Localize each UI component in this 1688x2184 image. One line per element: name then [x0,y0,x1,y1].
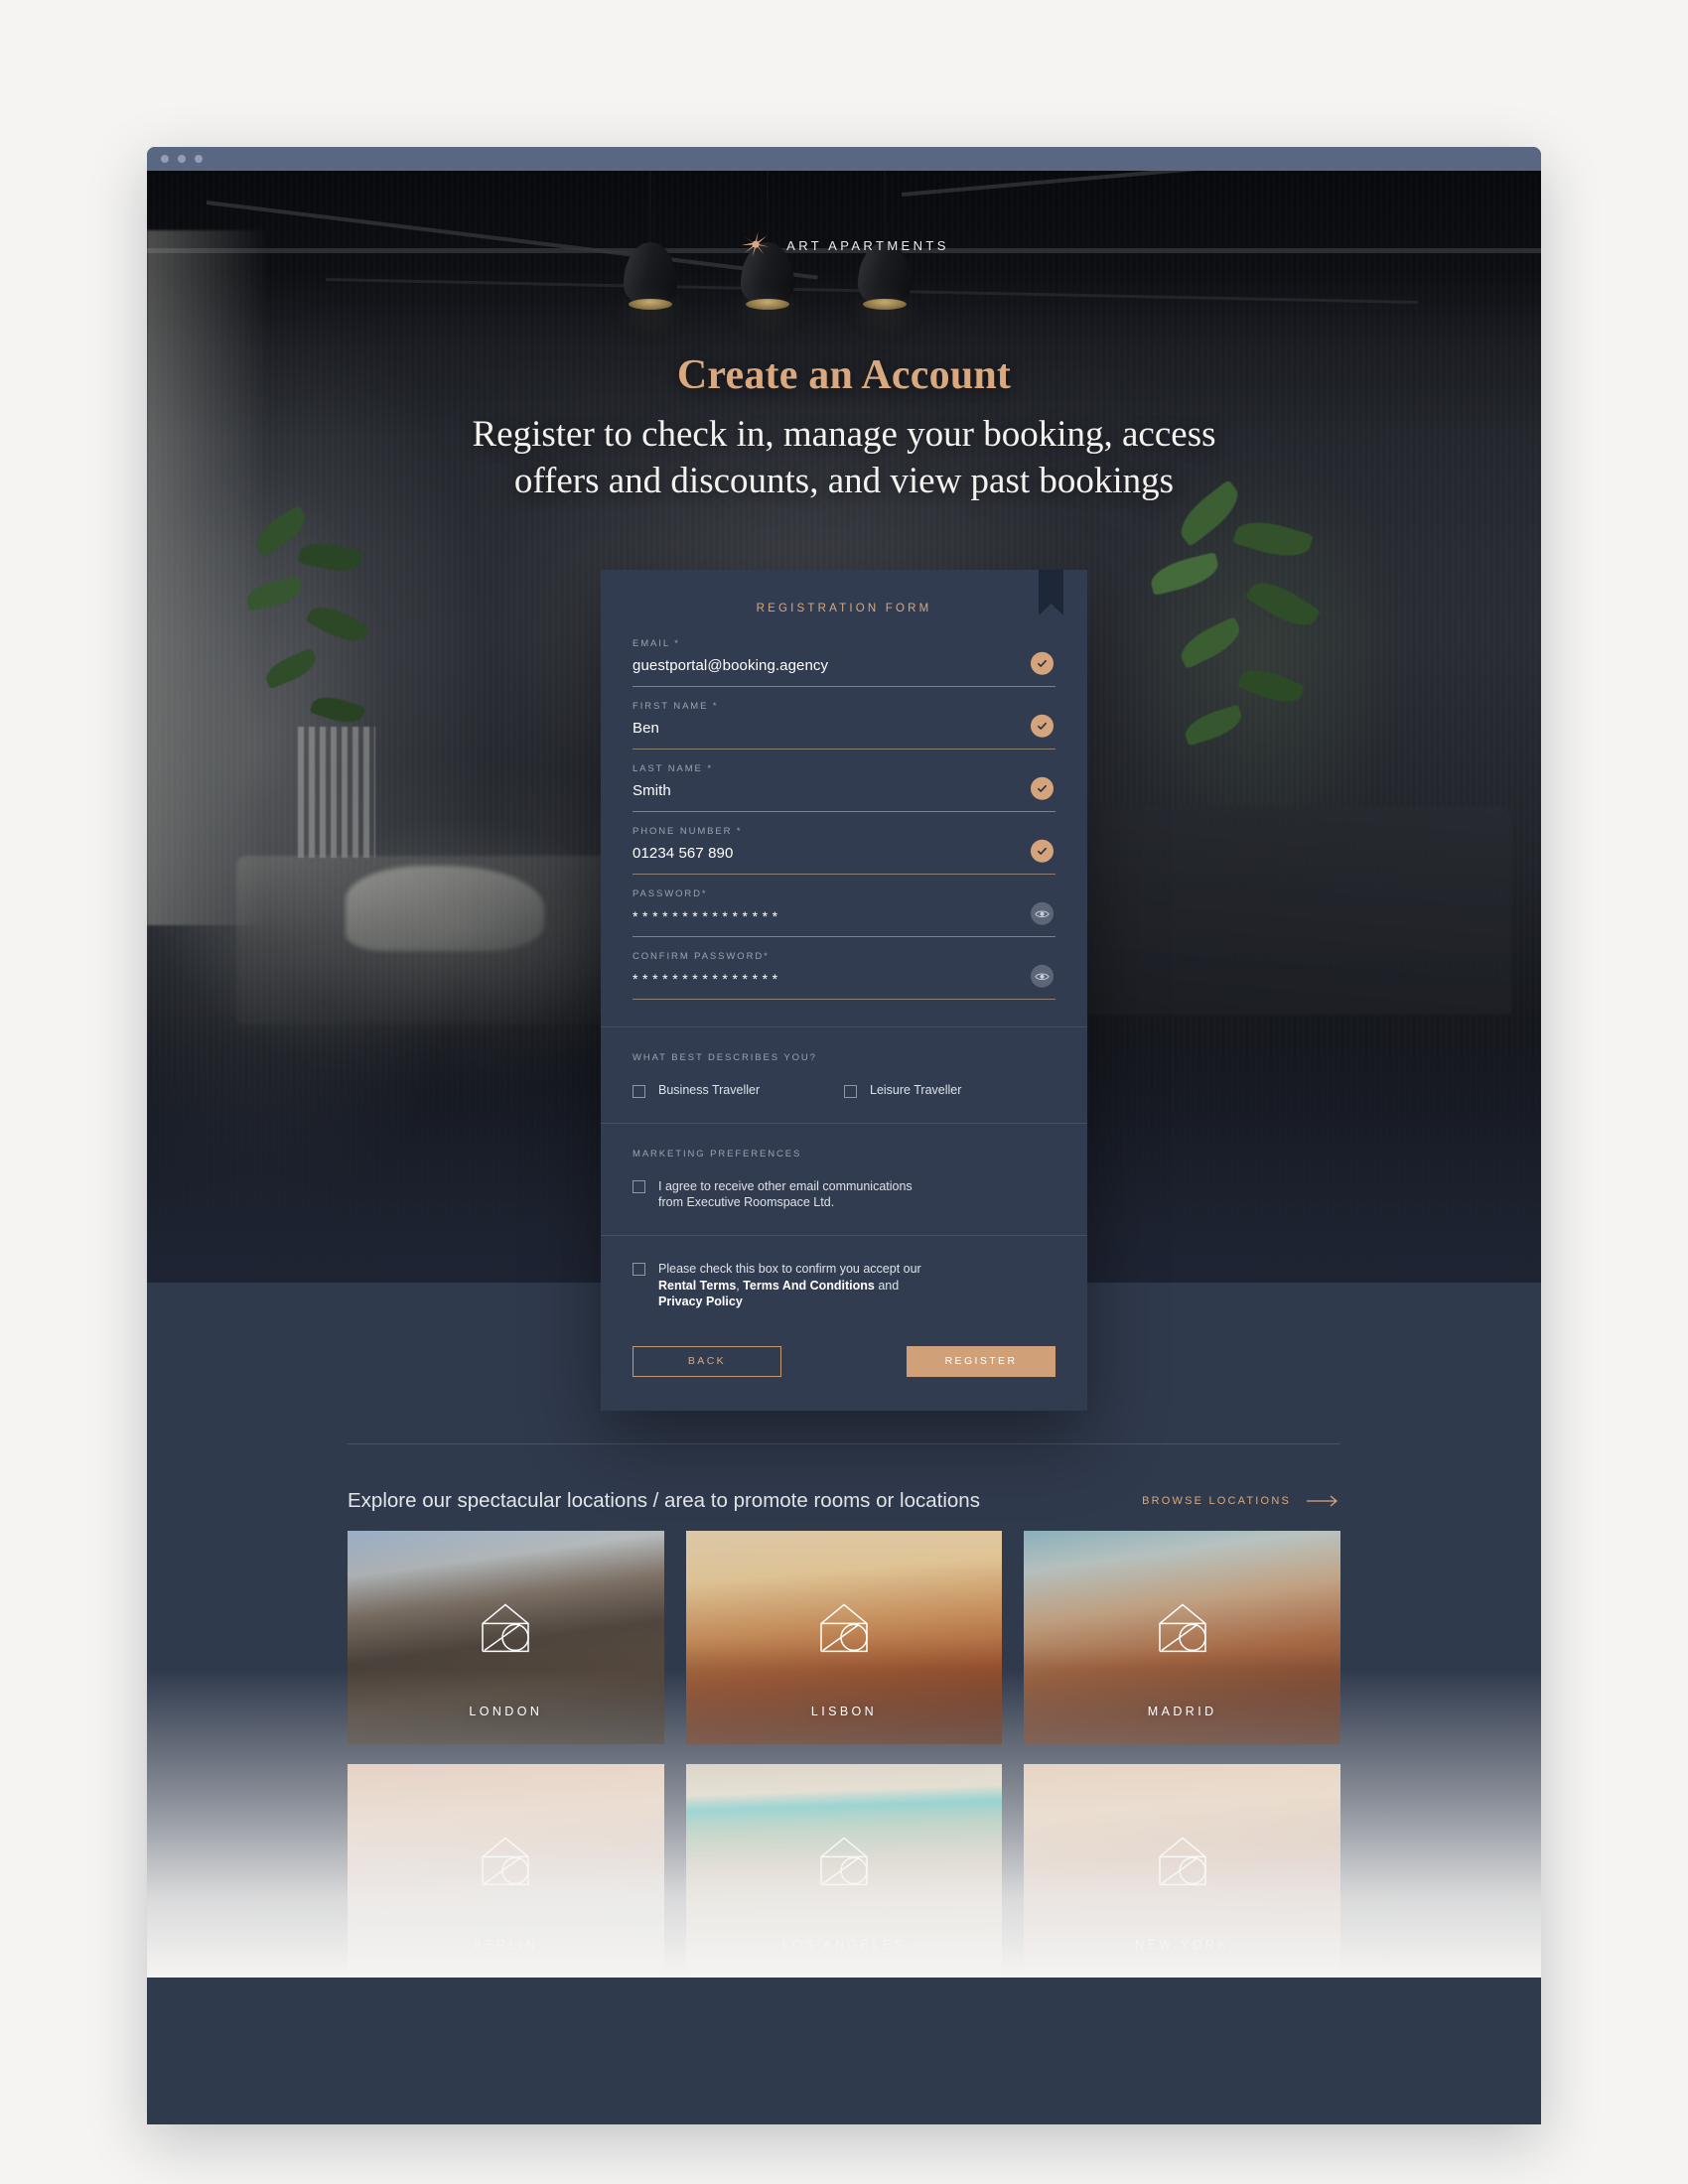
house-outline-icon [477,1601,534,1660]
plant-right [1144,479,1342,866]
hero-copy: Create an Account Register to check in, … [147,351,1541,505]
location-name: LOS ANGELES [781,1938,907,1952]
terms-block: Please check this box to confirm you acc… [601,1236,1087,1316]
eye-toggle-icon[interactable] [1031,964,1054,988]
location-name: LONDON [469,1705,543,1718]
form-field: EMAIL * [633,636,1055,687]
form-field: FIRST NAME * [633,699,1055,750]
location-name: NEW YORK [1135,1938,1230,1952]
location-card[interactable]: LOS ANGELES [685,1764,1003,1978]
password-input[interactable] [633,906,997,926]
location-name: LISBON [810,1705,878,1718]
locations-header: Explore our spectacular locations / area… [348,1444,1340,1531]
form-field: PASSWORD* [633,887,1055,937]
locations-section: Explore our spectacular locations / area… [147,1443,1541,1978]
checkbox-box[interactable] [633,1179,645,1193]
checkbox-label: I agree to receive other email communica… [658,1178,913,1210]
form-field: LAST NAME * [633,761,1055,812]
house-outline-icon [815,1835,873,1893]
registration-form-heading: REGISTRATION FORM [756,603,932,614]
locations-inner: Explore our spectacular locations / area… [348,1443,1340,1978]
field-label: EMAIL * [633,638,680,649]
password-input[interactable] [633,969,997,989]
window-maximize-dot[interactable] [195,155,203,163]
page-root: ART APARTMENTS Create an Account Registe… [0,0,1688,2184]
window-close-dot[interactable] [161,155,169,163]
eye-toggle-icon[interactable] [1031,901,1054,925]
form-field: PHONE NUMBER * [633,824,1055,875]
terms-and-conditions-link[interactable]: Terms And Conditions [743,1279,875,1293]
checkbox-label: Business Traveller [658,1083,761,1097]
plant-left [238,504,407,836]
checkbox-marketing-optin[interactable]: I agree to receive other email communica… [633,1178,930,1211]
text-input[interactable] [633,781,997,801]
window-minimize-dot[interactable] [178,155,186,163]
field-label: PHONE NUMBER * [633,826,743,837]
bed-throw [346,866,544,951]
describes-you-title: WHAT BEST DESCRIBES YOU? [633,1052,817,1063]
terms-text-before: Please check this box to confirm you acc… [658,1261,921,1276]
back-button[interactable]: BACK [633,1345,781,1377]
text-input[interactable] [633,656,997,676]
checkbox-box[interactable] [633,1262,645,1276]
checkbox-box[interactable] [633,1084,645,1098]
field-label: CONFIRM PASSWORD* [633,951,770,962]
location-card[interactable]: MADRID [1024,1531,1340,1744]
marketing-preferences-title: MARKETING PREFERENCES [633,1148,802,1160]
location-card[interactable]: NEW YORK [1024,1764,1340,1978]
checkbox-label: Leisure Traveller [870,1083,962,1097]
describes-you-options: Business Traveller Leisure Traveller [633,1082,1055,1099]
locations-grid: LONDON LISBON MADRID BERLIN LOS ANGELES NEW Y… [348,1531,1340,1978]
location-card[interactable]: LONDON [348,1531,664,1744]
registration-form-card: REGISTRATION FORM EMAIL * FIRST NAME * LAS… [601,570,1087,1411]
register-button[interactable]: REGISTER [907,1345,1055,1377]
field-label: LAST NAME * [633,763,713,774]
form-actions: BACK REGISTER [601,1316,1087,1377]
house-outline-icon [477,1835,534,1893]
arrow-right-icon [1307,1495,1337,1507]
field-label: FIRST NAME * [633,701,719,712]
checkbox-box[interactable] [844,1084,857,1098]
brand-lockup[interactable]: ART APARTMENTS [147,228,1541,262]
browse-locations-label: BROWSE LOCATIONS [1142,1495,1291,1507]
terms-separator: and [874,1278,900,1293]
house-outline-icon [1154,1601,1211,1660]
check-circle-icon [1031,839,1054,863]
terms-text: Please check this box to confirm you acc… [658,1261,930,1310]
location-name: BERLIN [473,1938,539,1952]
house-outline-icon [815,1601,873,1660]
house-outline-icon [1154,1835,1211,1893]
browse-locations-link[interactable]: BROWSE LOCATIONS [1142,1495,1340,1507]
checkbox-accept-terms[interactable]: Please check this box to confirm you acc… [633,1261,930,1310]
splatter-star-icon [741,231,770,257]
rental-terms-link[interactable]: Rental Terms [658,1279,736,1293]
page-viewport: ART APARTMENTS Create an Account Registe… [147,171,1541,2124]
check-circle-icon [1031,714,1054,738]
check-circle-icon [1031,776,1054,800]
text-input[interactable] [633,844,997,864]
location-card[interactable]: BERLIN [348,1764,664,1978]
describes-you-block: WHAT BEST DESCRIBES YOU? Business Travel… [601,1027,1087,1123]
text-input[interactable] [633,719,997,739]
checkbox-leisure-traveller[interactable]: Leisure Traveller [844,1082,1055,1099]
form-fields: EMAIL * FIRST NAME * LAST NAME * PHONE NUMB… [601,636,1087,1000]
field-label: PASSWORD* [633,888,708,899]
marketing-preferences-block: MARKETING PREFERENCES I agree to receive… [601,1124,1087,1235]
form-field: CONFIRM PASSWORD* [633,949,1055,1000]
privacy-policy-link[interactable]: Privacy Policy [658,1295,743,1308]
checkbox-business-traveller[interactable]: Business Traveller [633,1082,844,1099]
brand-name: ART APARTMENTS [786,237,949,253]
location-card[interactable]: LISBON [685,1531,1003,1744]
locations-heading: Explore our spectacular locations / area… [348,1489,980,1512]
location-name: MADRID [1147,1705,1217,1718]
browser-titlebar [147,147,1541,171]
page-title: Create an Account [676,352,1012,398]
page-subtitle: Register to check in, manage your bookin… [472,414,1216,502]
browser-window: ART APARTMENTS Create an Account Registe… [147,147,1541,2124]
check-circle-icon [1031,651,1054,675]
